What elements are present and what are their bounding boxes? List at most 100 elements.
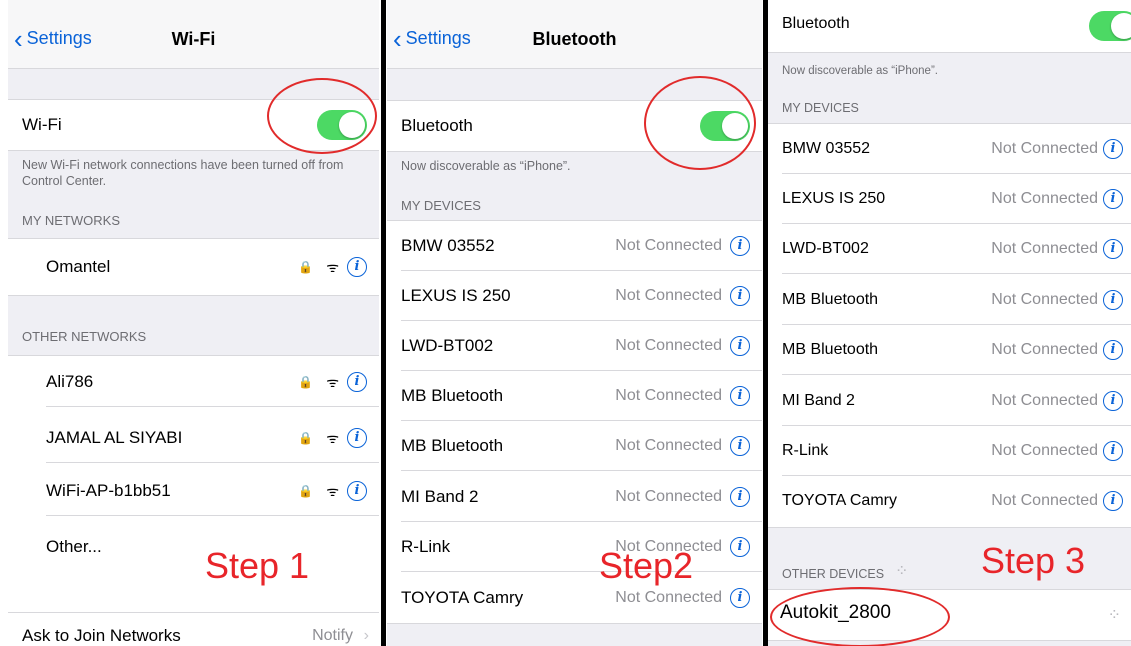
info-icon[interactable]: i [347,372,367,392]
annotation-circle [644,76,756,170]
info-icon[interactable]: i [1103,340,1123,360]
device-row[interactable]: LEXUS IS 250 Not Connected i [768,174,1131,224]
device-status: Not Connected [615,437,722,454]
device-status: Not Connected [991,140,1098,157]
device-status: Not Connected [991,492,1098,509]
device-row[interactable]: MB Bluetooth Not Connected i [387,371,762,421]
device-row[interactable]: MI Band 2 Not Connected i [387,472,762,522]
device-name: MB Bluetooth [401,436,504,455]
annotation-circle [770,587,950,646]
device-name: LEXUS IS 250 [401,286,511,305]
network-name: Omantel [46,257,111,276]
bluetooth-scanning-panel: Bluetooth Now discoverable as “iPhone”. … [768,0,1131,646]
info-icon[interactable]: i [730,487,750,507]
spinner-icon: ⁘ [1107,607,1121,624]
my-devices-header: MY DEVICES [401,198,481,213]
network-name: Ali786 [46,372,94,391]
network-row[interactable]: JAMAL AL SIYABI 🔒 ᯤ i [8,413,379,463]
info-icon[interactable]: i [1103,189,1123,209]
ask-to-join-row[interactable]: Ask to Join Networks Notify › [8,613,379,646]
network-row[interactable]: Omantel 🔒 ᯤ i [8,242,379,292]
device-status: Not Connected [991,240,1098,257]
device-row[interactable]: MB Bluetooth Not Connected i [387,421,762,471]
my-networks-header: MY NETWORKS [22,213,120,228]
info-icon[interactable]: i [1103,290,1123,310]
device-name: R-Link [401,537,451,556]
info-icon[interactable]: i [730,336,750,356]
device-name: R-Link [782,442,829,459]
ask-to-join-value: Notify [312,627,353,644]
info-icon[interactable]: i [730,286,750,306]
info-icon[interactable]: i [730,436,750,456]
info-icon[interactable]: i [1103,139,1123,159]
bluetooth-settings-panel: ‹ Settings Bluetooth Bluetooth Now disco… [387,0,762,646]
bluetooth-toggle-group: Bluetooth [768,0,1131,53]
network-name: WiFi-AP-b1bb51 [46,481,171,500]
info-icon[interactable]: i [1103,491,1123,511]
step-label: Step2 [599,545,694,586]
discoverable-note: Now discoverable as “iPhone”. [782,65,938,77]
device-row[interactable]: TOYOTA Camry Not Connected i [387,573,762,623]
device-name: LWD-BT002 [782,240,869,257]
network-row[interactable]: WiFi-AP-b1bb51 🔒 ᯤ i [8,466,379,516]
page-title: Wi-Fi [171,29,216,49]
wifi-icon: ᯤ [326,483,339,499]
device-row[interactable]: MB Bluetooth Not Connected i [768,275,1131,325]
device-status: Not Connected [615,337,722,354]
info-icon[interactable]: i [1103,391,1123,411]
wifi-note: New Wi-Fi network connections have been … [22,158,344,188]
wifi-label: Wi-Fi [22,115,62,134]
device-status: Not Connected [991,392,1098,409]
device-name: MB Bluetooth [782,341,879,358]
my-networks-group: Omantel 🔒 ᯤ i [8,238,379,296]
page-title: Bluetooth [532,29,617,49]
info-icon[interactable]: i [730,588,750,608]
info-icon[interactable]: i [1103,239,1123,259]
device-name: TOYOTA Camry [401,588,524,607]
device-status: Not Connected [615,488,722,505]
device-name: MI Band 2 [782,392,855,409]
info-icon[interactable]: i [730,537,750,557]
device-row[interactable]: LEXUS IS 250 Not Connected i [387,271,762,321]
device-name: BMW 03552 [401,236,495,255]
device-row[interactable]: LWD-BT002 Not Connected i [768,224,1131,274]
device-status: Not Connected [615,237,722,254]
wifi-navbar: ‹ Settings Wi-Fi [8,0,379,69]
device-status: Not Connected [991,442,1098,459]
device-row[interactable]: TOYOTA Camry Not Connected i [768,476,1131,526]
my-devices-list: BMW 03552 Not Connected i LEXUS IS 250 N… [387,220,762,624]
other-network-label: Other... [46,537,102,556]
info-icon[interactable]: i [347,428,367,448]
device-status: Not Connected [615,387,722,404]
device-row[interactable]: BMW 03552 Not Connected i [768,124,1131,174]
device-name: LWD-BT002 [401,336,494,355]
lock-icon: 🔒 [298,375,313,389]
info-icon[interactable]: i [347,257,367,277]
device-row[interactable]: MB Bluetooth Not Connected i [768,325,1131,375]
device-row[interactable]: R-Link Not Connected i [768,426,1131,476]
device-row[interactable]: R-Link Not Connected i [387,522,762,572]
device-status: Not Connected [615,287,722,304]
divider [381,0,386,646]
device-name: LEXUS IS 250 [782,190,886,207]
device-name: MB Bluetooth [401,386,504,405]
toggle-knob [1111,13,1131,39]
device-status: Not Connected [991,341,1098,358]
device-row[interactable]: LWD-BT002 Not Connected i [387,321,762,371]
info-icon[interactable]: i [730,236,750,256]
bluetooth-toggle[interactable] [1089,11,1131,41]
device-row[interactable]: MI Band 2 Not Connected i [768,376,1131,426]
network-row[interactable]: Ali786 🔒 ᯤ i [8,357,379,407]
info-icon[interactable]: i [347,481,367,501]
wifi-icon: ᯤ [326,259,339,275]
info-icon[interactable]: i [730,386,750,406]
device-row[interactable]: BMW 03552 Not Connected i [387,221,762,271]
lock-icon: 🔒 [298,431,313,445]
lock-icon: 🔒 [298,484,313,498]
ask-to-join-label: Ask to Join Networks [22,626,181,645]
lock-icon: 🔒 [298,260,313,274]
bluetooth-toggle-row: Bluetooth [768,3,1131,53]
other-network-row[interactable]: Other... [8,522,379,572]
my-devices-header: MY DEVICES [782,101,859,115]
info-icon[interactable]: i [1103,441,1123,461]
